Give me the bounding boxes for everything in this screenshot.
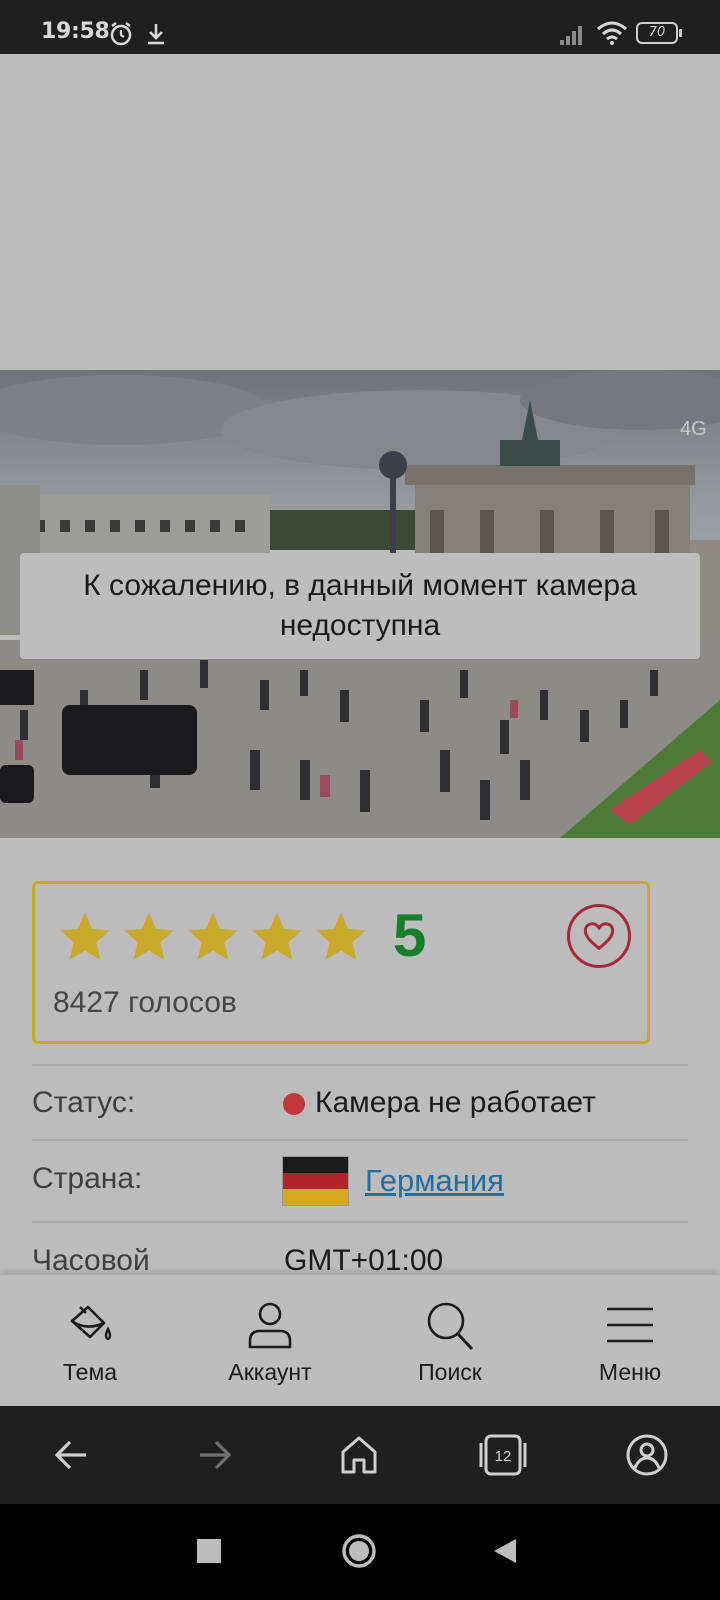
home-icon[interactable] [334,1430,384,1480]
divider [32,1139,688,1141]
nav-menu[interactable]: Меню [540,1275,720,1407]
status-dot [283,1093,305,1115]
ad-placeholder [0,54,720,370]
nav-menu-label: Меню [598,1359,662,1385]
nav-account[interactable]: Аккаунт [180,1275,360,1407]
browser-toolbar: 12 [0,1406,720,1504]
divider [32,1221,688,1223]
votes-count: 8427 голосов [53,986,237,1019]
user-icon [248,1302,292,1349]
country-link[interactable]: Германия [365,1163,504,1199]
camera-unavailable-message: К сожалению, в данный момент камера недо… [20,553,700,659]
star-icon[interactable] [312,909,370,967]
star-icon[interactable] [56,909,114,967]
status-label: Статус: [32,1086,136,1119]
status-value: Камера не работает [315,1086,596,1119]
paint-bucket-icon [70,1305,112,1341]
star-icon[interactable] [184,909,242,967]
download-icon [148,24,164,45]
nav-theme-label: Тема [62,1359,118,1385]
wifi-icon [597,21,627,45]
nav-account-label: Аккаунт [228,1359,312,1385]
timezone-label: Часовой [32,1244,150,1277]
rating-box: 5 8427 голосов [32,881,650,1044]
divider [32,1064,688,1066]
tabs-icon[interactable]: 12 [478,1430,528,1480]
star-icon[interactable] [120,909,178,967]
forward-icon[interactable] [190,1430,240,1480]
camera-watermark: 4G [680,418,707,440]
android-nav-bar [0,1504,720,1600]
timezone-value: GMT+01:00 [284,1244,444,1277]
profile-icon[interactable] [622,1430,672,1480]
search-icon [427,1302,474,1351]
nav-search-label: Поиск [418,1359,482,1385]
site-bottom-nav: Тема Аккаунт Поиск Меню [0,1274,720,1406]
tabs-count: 12 [495,1448,512,1465]
rating-stars[interactable] [56,909,370,967]
back-icon[interactable] [46,1430,96,1480]
favorite-button[interactable] [567,904,631,968]
heart-icon [583,922,615,951]
clock: 19:58 [41,19,110,44]
battery-icon: 70 [636,22,682,44]
menu-icon [607,1307,653,1343]
star-icon[interactable] [248,909,306,967]
camera-preview[interactable]: 4G К сожалению, в данный момент камера н… [0,370,720,838]
back-triangle-icon[interactable] [492,1537,518,1565]
germany-flag-icon [282,1156,349,1206]
signal-icon [560,26,582,45]
alarm-icon [110,22,132,46]
nav-theme[interactable]: Тема [0,1275,180,1407]
rating-value: 5 [393,902,427,969]
recents-icon[interactable] [196,1538,222,1564]
status-bar: 19:58 70 [0,0,720,54]
home-circle-icon[interactable] [341,1533,377,1569]
country-label: Страна: [32,1162,143,1195]
nav-search[interactable]: Поиск [360,1275,540,1407]
